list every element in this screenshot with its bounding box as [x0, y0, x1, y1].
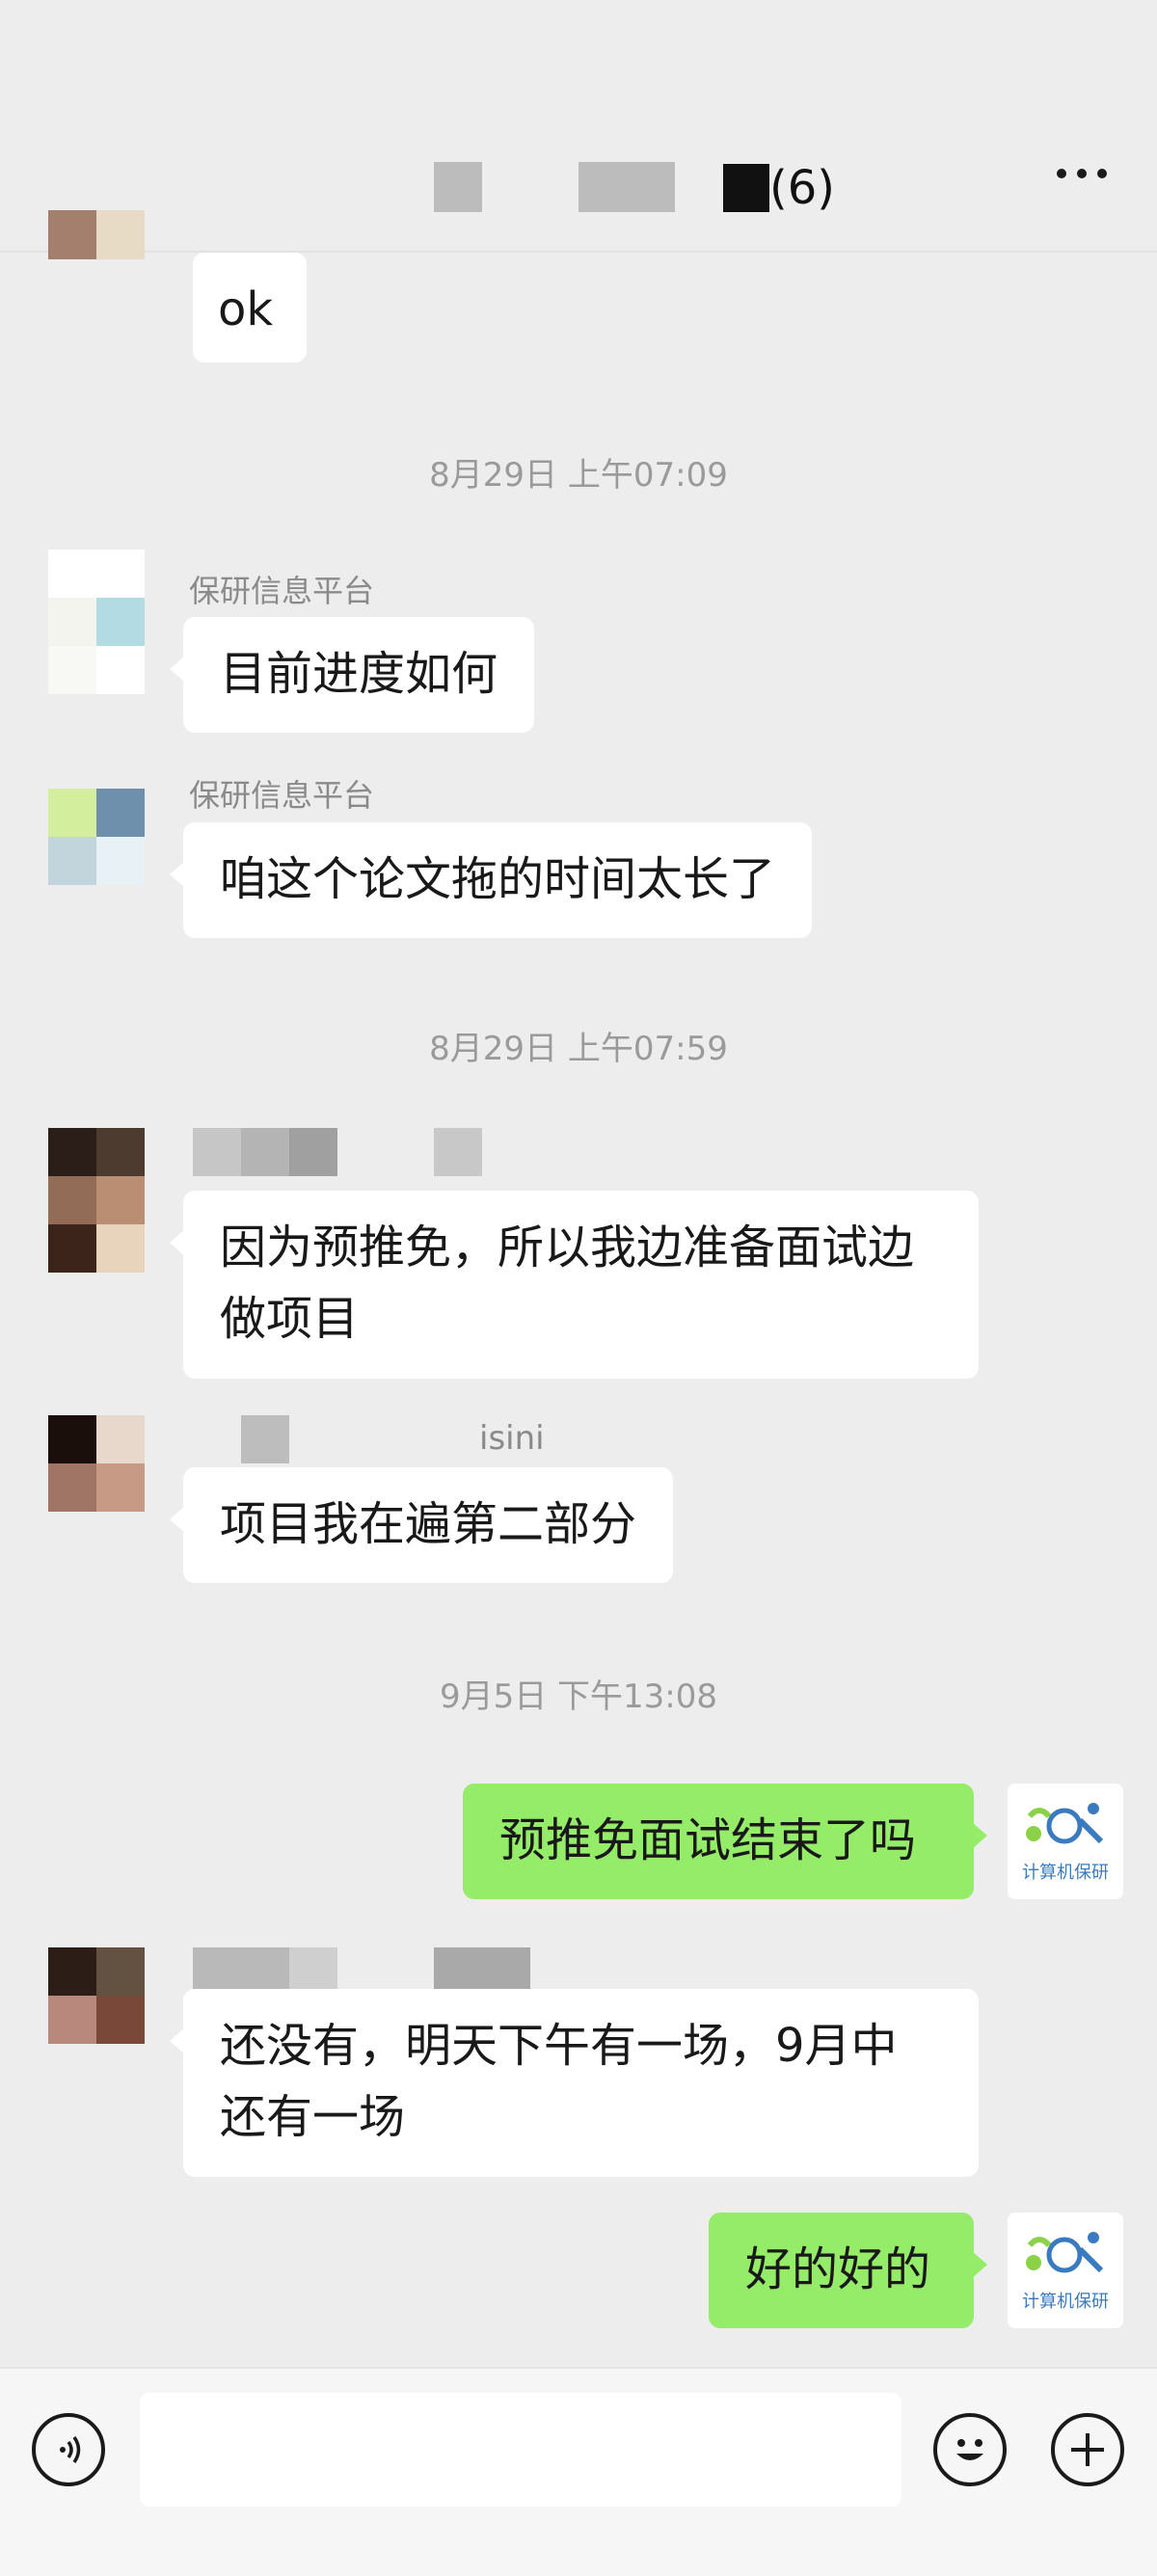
- message-bubble-self[interactable]: 好的好的: [709, 2213, 987, 2328]
- input-bar: [0, 2367, 1157, 2576]
- voice-icon[interactable]: [32, 2413, 105, 2486]
- title-blur: [578, 162, 675, 212]
- avatar[interactable]: [48, 1128, 145, 1273]
- timestamp: 8月29日 上午07:59: [429, 1030, 728, 1068]
- sender-name: 保研信息平台: [189, 573, 375, 609]
- plus-icon-glyph: [1071, 2433, 1104, 2466]
- emoji-icon[interactable]: [933, 2413, 1007, 2486]
- chat-title: 字(6): [723, 161, 835, 215]
- message-bubble[interactable]: 因为预推免，所以我边准备面试边做项目: [170, 1191, 979, 1379]
- title-blur: [434, 162, 482, 212]
- self-avatar[interactable]: 计算机保研: [1008, 1784, 1123, 1899]
- message-bubble[interactable]: 项目我在遍第二部分: [169, 1467, 674, 1583]
- avatar[interactable]: [48, 210, 145, 309]
- timestamp: 9月5日 下午13:08: [439, 1677, 718, 1716]
- timestamp: 8月29日 上午07:09: [429, 456, 728, 495]
- avatar-label: 计算机保研: [1022, 2292, 1109, 2312]
- logo-icon: [1026, 2232, 1104, 2273]
- plus-icon[interactable]: [1051, 2413, 1124, 2486]
- sender-name-blur: [289, 1128, 337, 1176]
- message-bubble[interactable]: ok: [193, 253, 307, 362]
- avatar[interactable]: [48, 1415, 145, 1512]
- avatar[interactable]: [48, 1947, 145, 2044]
- sender-name-blur: [193, 1128, 241, 1176]
- more-icon[interactable]: [1057, 169, 1107, 178]
- message-bubble[interactable]: 还没有，明天下午有一场，9月中还有一场: [170, 1989, 979, 2177]
- emoji-icon-glyph: [956, 2439, 983, 2460]
- message-input[interactable]: [140, 2393, 901, 2507]
- self-avatar[interactable]: 计算机保研: [1008, 2213, 1123, 2328]
- sender-name-blur: [241, 1415, 289, 1463]
- sender-name-blur: [241, 1128, 289, 1176]
- sender-name-blur: [434, 1128, 482, 1176]
- voice-icon-glyph: [60, 2436, 81, 2463]
- avatar[interactable]: [48, 789, 145, 885]
- message-bubble-self[interactable]: 预推免面试结束了吗: [463, 1784, 987, 1899]
- sender-name: isini: [479, 1419, 545, 1458]
- message-bubble[interactable]: 目前进度如何: [169, 617, 535, 733]
- chat-header: 字(6): [0, 0, 1157, 253]
- avatar[interactable]: [48, 550, 145, 694]
- sender-name: 保研信息平台: [189, 777, 375, 814]
- avatar-label: 计算机保研: [1022, 1863, 1109, 1883]
- logo-icon: [1026, 1803, 1104, 1844]
- message-bubble[interactable]: 咱这个论文拖的时间太长了: [169, 822, 813, 938]
